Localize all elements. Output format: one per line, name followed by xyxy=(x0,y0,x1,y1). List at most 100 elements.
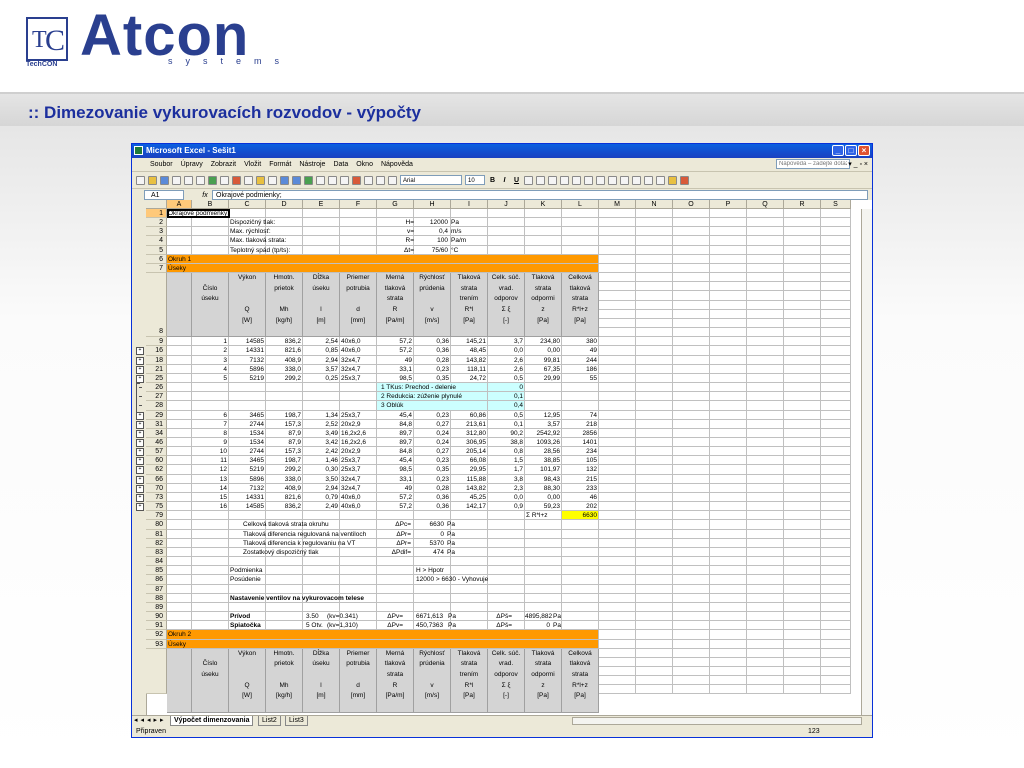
column-header-Q[interactable]: Q xyxy=(747,200,784,209)
column-header-S[interactable]: S xyxy=(821,200,851,209)
column-header-D[interactable]: D xyxy=(266,200,303,209)
expand-icon[interactable]: + xyxy=(136,448,144,457)
row-header[interactable]: 27 xyxy=(146,392,167,402)
spelling-icon[interactable] xyxy=(208,175,217,185)
select-all-corner[interactable] xyxy=(146,200,167,209)
paste-icon[interactable] xyxy=(256,175,265,185)
row-header[interactable]: 90 xyxy=(146,612,167,622)
tab-list3[interactable]: List3 xyxy=(285,716,308,726)
expand-icon[interactable]: + xyxy=(136,411,144,420)
fx-icon[interactable]: fx xyxy=(198,192,212,199)
row-header[interactable]: 5 xyxy=(146,245,167,255)
save-icon[interactable] xyxy=(160,175,169,185)
expand-icon[interactable]: + xyxy=(136,475,144,484)
menu-0[interactable]: Soubor xyxy=(150,158,173,171)
research-icon[interactable] xyxy=(220,175,229,185)
copy-icon[interactable] xyxy=(244,175,253,185)
undo-icon[interactable] xyxy=(280,175,289,185)
row-header[interactable]: 7 xyxy=(146,263,167,274)
column-header-R[interactable]: R xyxy=(784,200,821,209)
row-header[interactable]: 18 xyxy=(146,355,167,365)
cut-icon[interactable] xyxy=(232,175,241,185)
expand-icon[interactable]: + xyxy=(136,457,144,466)
cell-a1[interactable]: Okrajové podmienky; xyxy=(167,209,230,218)
row-header[interactable]: 79 xyxy=(146,511,167,521)
expand-icon[interactable]: + xyxy=(136,374,144,383)
expand-icon[interactable]: + xyxy=(136,356,144,365)
column-header-N[interactable]: N xyxy=(636,200,673,209)
borders-icon[interactable] xyxy=(656,175,665,185)
minimize-button[interactable]: _ xyxy=(832,145,844,156)
row-header[interactable]: 80 xyxy=(146,520,167,530)
font-select[interactable]: Arial xyxy=(400,175,462,185)
column-header-M[interactable]: M xyxy=(599,200,636,209)
sort-desc-icon[interactable] xyxy=(340,175,349,185)
autosum-icon[interactable] xyxy=(316,175,325,185)
row-header[interactable]: 9 xyxy=(146,337,167,347)
row-header[interactable]: 4 xyxy=(146,236,167,246)
tab-list2[interactable]: List2 xyxy=(258,716,281,726)
row-header[interactable]: 93 xyxy=(146,639,167,649)
format-painter-icon[interactable] xyxy=(268,175,277,185)
expand-icon[interactable]: + xyxy=(136,347,144,356)
row-header[interactable] xyxy=(146,648,167,695)
redo-icon[interactable] xyxy=(292,175,301,185)
chart-wizard-icon[interactable] xyxy=(352,175,361,185)
menu-4[interactable]: Formát xyxy=(269,158,291,171)
permission-icon[interactable] xyxy=(172,175,181,185)
row-header[interactable]: 92 xyxy=(146,630,167,640)
menu-3[interactable]: Vložit xyxy=(244,158,261,171)
row-header[interactable]: 85 xyxy=(146,566,167,576)
menu-6[interactable]: Data xyxy=(333,158,348,171)
column-header-H[interactable]: H xyxy=(414,200,451,209)
expand-icon[interactable]: + xyxy=(136,493,144,502)
currency-icon[interactable] xyxy=(572,175,581,185)
row-header[interactable]: 86 xyxy=(146,575,167,585)
worksheet-grid[interactable]: + + + + + + + + + + + + + + + 1 2 3 4 5 6 7 8 9 16 18 21 25 26 27 28 2… xyxy=(132,200,872,715)
row-header[interactable]: 91 xyxy=(146,621,167,631)
formula-input[interactable]: Okrajové podmienky; xyxy=(212,190,868,200)
help-search-input[interactable] xyxy=(776,159,850,169)
row-header[interactable]: 88 xyxy=(146,593,167,603)
row-header[interactable]: 16 xyxy=(146,346,167,356)
row-header[interactable]: 1 xyxy=(146,209,167,219)
expand-icon[interactable]: + xyxy=(136,503,144,512)
row-header[interactable]: 83 xyxy=(146,547,167,558)
underline-button[interactable]: U xyxy=(512,177,521,184)
align-left-icon[interactable] xyxy=(524,175,533,185)
column-header-J[interactable]: J xyxy=(488,200,525,209)
tab-navigation-buttons[interactable]: ◂◂◂▸▸ xyxy=(134,716,167,726)
row-header[interactable]: 21 xyxy=(146,364,167,374)
row-header[interactable]: 26 xyxy=(146,383,167,393)
column-header-A[interactable]: A xyxy=(167,200,192,209)
print-preview-icon[interactable] xyxy=(196,175,205,185)
menu-8[interactable]: Nápověda xyxy=(381,158,413,171)
menu-7[interactable]: Okno xyxy=(356,158,373,171)
row-header[interactable]: 6 xyxy=(146,254,167,264)
increase-decimal-icon[interactable] xyxy=(608,175,617,185)
name-box[interactable]: A1 xyxy=(144,190,184,200)
expand-icon[interactable]: + xyxy=(136,365,144,374)
column-header-L[interactable]: L xyxy=(562,200,599,209)
expand-icon[interactable]: + xyxy=(136,429,144,438)
row-header[interactable]: 81 xyxy=(146,529,167,539)
menu-2[interactable]: Zobrazit xyxy=(211,158,236,171)
open-icon[interactable] xyxy=(148,175,157,185)
tab-vypocet[interactable]: Výpočet dimenzovania xyxy=(170,716,254,726)
row-header[interactable]: 3 xyxy=(146,227,167,237)
row-header[interactable]: 62 xyxy=(146,465,167,475)
workbook-controls[interactable]: ▾ _ ▫ × xyxy=(848,158,868,171)
row-header[interactable]: 29 xyxy=(146,410,167,420)
expand-icon[interactable]: + xyxy=(136,420,144,429)
menu-1[interactable]: Úpravy xyxy=(181,158,203,171)
row-header[interactable]: 84 xyxy=(146,557,167,567)
column-header-K[interactable]: K xyxy=(525,200,562,209)
expand-icon[interactable]: + xyxy=(136,439,144,447)
column-header-I[interactable]: I xyxy=(451,200,488,209)
row-header[interactable]: 28 xyxy=(146,401,167,411)
row-header[interactable]: 66 xyxy=(146,474,167,484)
horizontal-scrollbar[interactable] xyxy=(572,717,862,725)
expand-icon[interactable]: + xyxy=(136,484,144,493)
decrease-indent-icon[interactable] xyxy=(632,175,641,185)
window-titlebar[interactable]: Microsoft Excel - Sešit1 _ □ × xyxy=(132,144,872,158)
